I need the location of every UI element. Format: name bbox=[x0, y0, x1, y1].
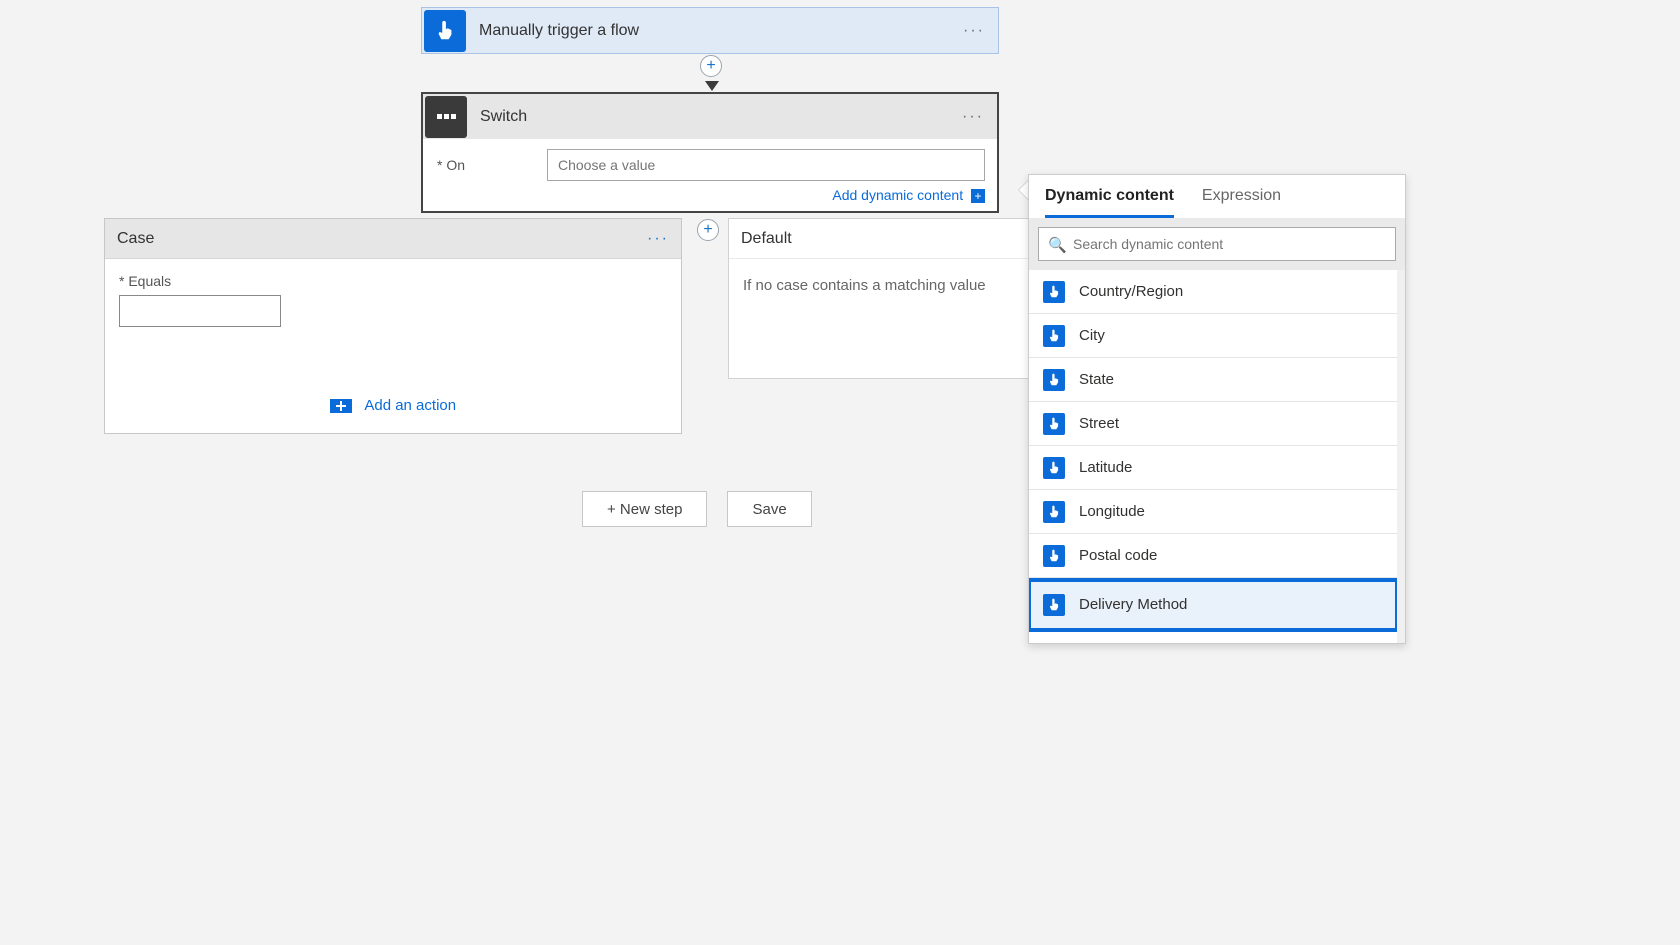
switch-card: Switch ··· * On Add dynamic content + bbox=[421, 92, 999, 213]
dynamic-content-item[interactable]: Message bbox=[1029, 632, 1397, 643]
dynamic-content-panel: Dynamic content Expression 🔍 Country/Reg… bbox=[1028, 174, 1406, 644]
trigger-source-icon bbox=[1043, 643, 1065, 644]
trigger-source-icon bbox=[1043, 281, 1065, 303]
dynamic-content-item-label: Country/Region bbox=[1079, 283, 1183, 300]
search-icon: 🔍 bbox=[1048, 236, 1067, 254]
dynamic-content-item-label: City bbox=[1079, 327, 1105, 344]
tab-dynamic-content[interactable]: Dynamic content bbox=[1045, 187, 1174, 218]
manual-trigger-icon bbox=[424, 10, 466, 52]
add-step-circle-icon[interactable]: + bbox=[700, 55, 722, 77]
dynamic-content-item[interactable]: Country/Region bbox=[1029, 270, 1397, 314]
dynamic-content-item-label: Longitude bbox=[1079, 503, 1145, 520]
dynamic-content-item-label: Delivery Method bbox=[1079, 596, 1187, 613]
case-more-icon[interactable]: ··· bbox=[647, 230, 669, 248]
connector: + bbox=[700, 55, 724, 93]
scrollbar-thumb[interactable] bbox=[1397, 435, 1405, 630]
on-label: * On bbox=[437, 157, 547, 173]
switch-header[interactable]: Switch ··· bbox=[423, 94, 997, 139]
save-button[interactable]: Save bbox=[727, 491, 811, 527]
trigger-more-icon[interactable]: ··· bbox=[963, 22, 985, 40]
trigger-source-icon bbox=[1043, 413, 1065, 435]
trigger-source-icon bbox=[1043, 501, 1065, 523]
dynamic-content-item[interactable]: Latitude bbox=[1029, 446, 1397, 490]
dynamic-content-item[interactable]: Longitude bbox=[1029, 490, 1397, 534]
add-dynamic-badge-icon[interactable]: + bbox=[971, 189, 985, 203]
tab-expression[interactable]: Expression bbox=[1202, 187, 1281, 218]
switch-body: * On Add dynamic content + bbox=[423, 139, 997, 211]
default-title: Default bbox=[741, 230, 792, 248]
dynamic-content-item[interactable]: Street bbox=[1029, 402, 1397, 446]
switch-icon bbox=[425, 96, 467, 138]
dynamic-content-item[interactable]: Delivery Method bbox=[1029, 580, 1397, 630]
trigger-card[interactable]: Manually trigger a flow ··· bbox=[421, 7, 999, 54]
trigger-source-icon bbox=[1043, 325, 1065, 347]
case-title: Case bbox=[117, 230, 154, 248]
trigger-source-icon bbox=[1043, 369, 1065, 391]
dynamic-content-item-label: Postal code bbox=[1079, 547, 1157, 564]
trigger-source-icon bbox=[1043, 457, 1065, 479]
switch-title: Switch bbox=[480, 108, 527, 126]
add-case-circle-icon[interactable]: + bbox=[697, 219, 719, 241]
footer-buttons: + New step Save bbox=[582, 491, 812, 527]
case-add-action-link[interactable]: Add an action bbox=[364, 397, 456, 414]
dynamic-content-item[interactable]: Postal code bbox=[1029, 534, 1397, 578]
dynamic-content-item-label: Latitude bbox=[1079, 459, 1132, 476]
new-step-button[interactable]: + New step bbox=[582, 491, 707, 527]
dynamic-content-item-label: State bbox=[1079, 371, 1114, 388]
dynamic-content-item[interactable]: City bbox=[1029, 314, 1397, 358]
dynamic-content-item[interactable]: State bbox=[1029, 358, 1397, 402]
dynamic-content-search-input[interactable] bbox=[1038, 227, 1396, 261]
dynamic-content-item-label: Street bbox=[1079, 415, 1119, 432]
case-header[interactable]: Case ··· bbox=[105, 219, 681, 259]
equals-label: * Equals bbox=[119, 273, 667, 289]
add-action-icon bbox=[330, 399, 352, 413]
touch-icon bbox=[434, 20, 456, 42]
add-dynamic-content-link[interactable]: Add dynamic content bbox=[832, 187, 963, 203]
trigger-source-icon bbox=[1043, 545, 1065, 567]
equals-input[interactable] bbox=[119, 295, 281, 327]
arrow-down-icon bbox=[705, 81, 719, 91]
switch-more-icon[interactable]: ··· bbox=[962, 108, 984, 126]
on-value-input[interactable] bbox=[547, 149, 985, 181]
dynamic-content-list: Country/Region City State Street Latitude Lon… bbox=[1029, 270, 1405, 643]
case-card: Case ··· * Equals Add an action bbox=[104, 218, 682, 434]
trigger-source-icon bbox=[1043, 594, 1065, 616]
trigger-title: Manually trigger a flow bbox=[479, 22, 639, 40]
